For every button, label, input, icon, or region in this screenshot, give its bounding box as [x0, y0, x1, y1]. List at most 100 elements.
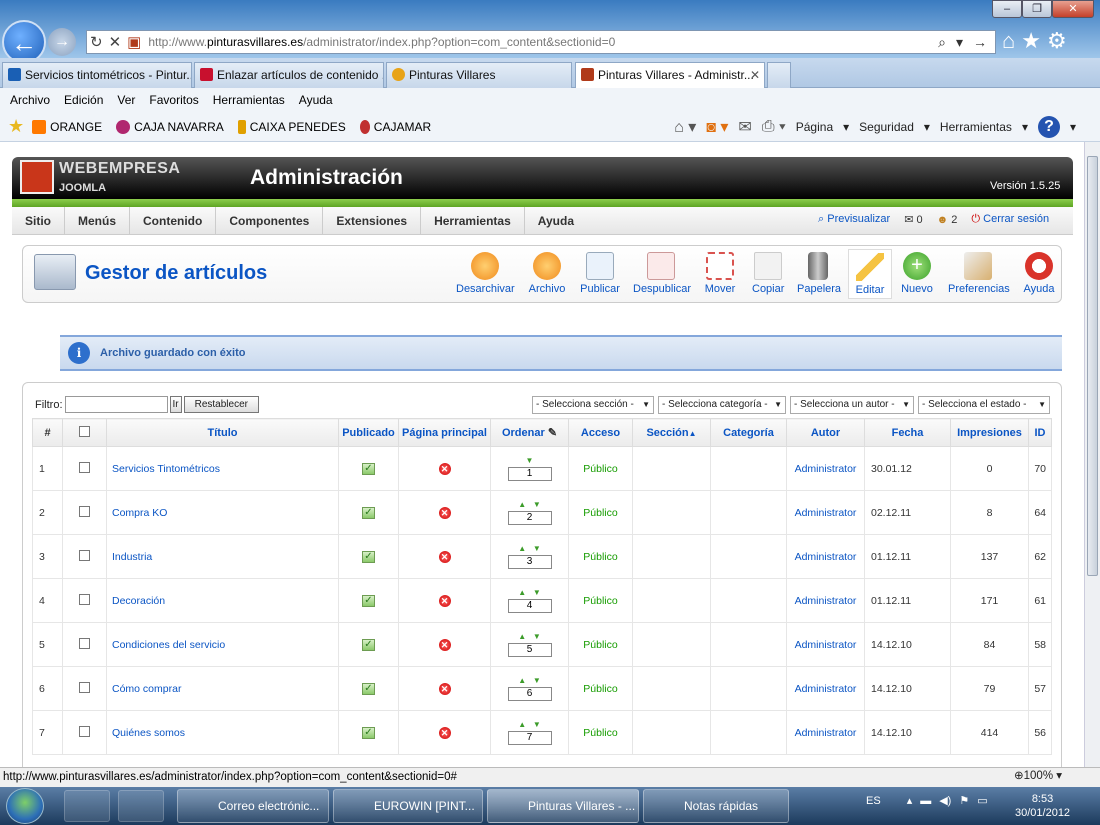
preview-link[interactable]: ⌕ Previsualizar — [818, 213, 890, 226]
order-up-arrow-icon[interactable]: ▲ — [518, 544, 526, 553]
author-link[interactable]: Administrator — [786, 490, 865, 535]
media-player-taskbar-icon[interactable] — [118, 790, 164, 822]
col-title[interactable]: Título — [106, 418, 339, 447]
task-email[interactable]: Correo electrónic... — [177, 789, 329, 823]
order-up-arrow-icon[interactable]: ▲ — [518, 720, 526, 729]
maximize-button[interactable]: ❐ — [1022, 0, 1052, 18]
published-check-icon[interactable]: ✓ — [362, 639, 375, 651]
favorite-caja-navarra[interactable]: CAJA NAVARRA — [116, 119, 224, 134]
command-herramientas[interactable]: Herramientas — [940, 120, 1012, 134]
minimize-button[interactable]: – — [992, 0, 1022, 18]
col-frontpage[interactable]: Página principal — [398, 418, 491, 447]
not-frontpage-icon[interactable]: ✕ — [438, 638, 451, 651]
unpublish-button[interactable]: Despublicar — [633, 252, 691, 295]
col-order[interactable]: Ordenar ✎ — [490, 418, 569, 447]
explorer-taskbar-icon[interactable] — [64, 790, 110, 822]
published-check-icon[interactable]: ✓ — [362, 595, 375, 607]
jmenu-extensiones[interactable]: Extensiones — [323, 206, 422, 235]
jmenu-ayuda[interactable]: Ayuda — [525, 207, 587, 235]
order-up-arrow-icon[interactable]: ▲ — [518, 676, 526, 685]
clock[interactable]: 8:53 30/01/2012 — [1015, 792, 1070, 820]
published-check-icon[interactable]: ✓ — [362, 463, 375, 475]
col-access[interactable]: Acceso — [568, 418, 633, 447]
published-check-icon[interactable]: ✓ — [362, 507, 375, 519]
tab-4-active[interactable]: Pinturas Villares - Administr... ✕ — [575, 62, 765, 89]
rss-icon[interactable]: ◙ ▾ — [706, 117, 728, 137]
publish-button[interactable]: Publicar — [580, 252, 620, 295]
task-notas-rapidas[interactable]: Notas rápidas — [643, 789, 789, 823]
task-eurowin[interactable]: EUROWIN [PINT... — [333, 789, 483, 823]
not-frontpage-icon[interactable]: ✕ — [438, 594, 451, 607]
search-icon[interactable]: ⌕ — [938, 34, 946, 51]
go-icon[interactable]: → — [973, 34, 987, 51]
favorites-star-icon[interactable]: ★ — [1021, 28, 1041, 54]
order-input[interactable]: 3 — [507, 555, 552, 569]
order-down-arrow-icon[interactable]: ▼ — [533, 500, 541, 509]
monitor-icon[interactable]: ▭ — [977, 794, 987, 807]
access-link[interactable]: Público — [568, 446, 633, 491]
order-input[interactable]: 4 — [507, 599, 552, 613]
author-link[interactable]: Administrator — [786, 666, 865, 711]
users-count[interactable]: ☻ 2 — [937, 214, 958, 226]
command-pagina[interactable]: Página — [796, 120, 833, 134]
stop-icon[interactable]: ✕ — [109, 33, 122, 51]
menu-herramientas[interactable]: Herramientas — [213, 93, 285, 107]
order-up-arrow-icon[interactable]: ▲ — [518, 588, 526, 597]
messages-count[interactable]: ✉ 0 — [904, 213, 922, 226]
vertical-scrollbar[interactable] — [1084, 142, 1100, 767]
order-down-arrow-icon[interactable]: ▼ — [533, 544, 541, 553]
col-date[interactable]: Fecha — [864, 418, 951, 447]
order-down-arrow-icon[interactable]: ▼ — [533, 676, 541, 685]
order-input[interactable]: 5 — [507, 643, 552, 657]
new-tab-button[interactable] — [767, 62, 791, 88]
favorite-caixa-penedes[interactable]: CAIXA PENEDES — [237, 119, 346, 134]
flag-icon[interactable]: ⚑ — [959, 794, 969, 807]
gear-icon[interactable]: ⚙ — [1047, 28, 1067, 54]
order-up-arrow-icon[interactable]: ▲ — [518, 632, 526, 641]
menu-ayuda[interactable]: Ayuda — [299, 93, 333, 107]
copy-button[interactable]: Copiar — [752, 252, 784, 295]
filter-input[interactable] — [64, 396, 168, 413]
order-input[interactable]: 2 — [507, 511, 552, 525]
article-title-link[interactable]: Servicios Tintométricos — [106, 446, 339, 491]
tray-expand-icon[interactable]: ▴ — [907, 794, 913, 807]
order-input[interactable]: 7 — [507, 731, 552, 745]
mail-icon[interactable]: ✉ — [738, 117, 751, 137]
jmenu-menus[interactable]: Menús — [65, 206, 131, 235]
order-input[interactable]: 6 — [507, 687, 552, 701]
col-section[interactable]: Sección▲ — [632, 418, 711, 447]
preferences-button[interactable]: Preferencias — [948, 252, 1010, 295]
menu-ver[interactable]: Ver — [117, 93, 135, 107]
access-link[interactable]: Público — [568, 578, 633, 623]
jmenu-componentes[interactable]: Componentes — [216, 206, 324, 235]
access-link[interactable]: Público — [568, 710, 633, 755]
menu-favoritos[interactable]: Favoritos — [149, 93, 198, 107]
access-link[interactable]: Público — [568, 534, 633, 579]
article-title-link[interactable]: Condiciones del servicio — [106, 622, 339, 667]
row-checkbox[interactable] — [79, 681, 90, 693]
row-checkbox[interactable] — [79, 593, 90, 605]
favorite-cajamar[interactable]: CAJAMAR — [359, 119, 431, 134]
row-checkbox[interactable] — [79, 637, 90, 649]
logout-link[interactable]: ⏻ Cerrar sesión — [971, 213, 1049, 226]
row-checkbox[interactable] — [79, 461, 90, 473]
unarchive-button[interactable]: Desarchivar — [456, 252, 515, 295]
order-down-arrow-icon[interactable]: ▼ — [533, 588, 541, 597]
row-checkbox[interactable] — [79, 505, 90, 517]
author-link[interactable]: Administrator — [786, 534, 865, 579]
access-link[interactable]: Público — [568, 666, 633, 711]
start-button[interactable] — [6, 788, 44, 824]
menu-edicion[interactable]: Edición — [64, 93, 103, 107]
help-icon[interactable]: ? — [1037, 116, 1060, 138]
col-select-all[interactable] — [62, 418, 107, 447]
article-title-link[interactable]: Decoración — [106, 578, 339, 623]
tab-1[interactable]: Servicios tintométricos - Pintur... — [2, 62, 192, 88]
jmenu-herramientas[interactable]: Herramientas — [421, 206, 525, 235]
network-icon[interactable]: ▬ — [920, 795, 931, 807]
not-frontpage-icon[interactable]: ✕ — [438, 726, 451, 739]
dropdown-icon[interactable]: ▾ — [956, 34, 963, 51]
order-down-arrow-icon[interactable]: ▼ — [533, 632, 541, 641]
language-indicator[interactable]: ES — [866, 795, 881, 807]
refresh-icon[interactable]: ↻ — [90, 33, 103, 51]
not-frontpage-icon[interactable]: ✕ — [438, 506, 451, 519]
